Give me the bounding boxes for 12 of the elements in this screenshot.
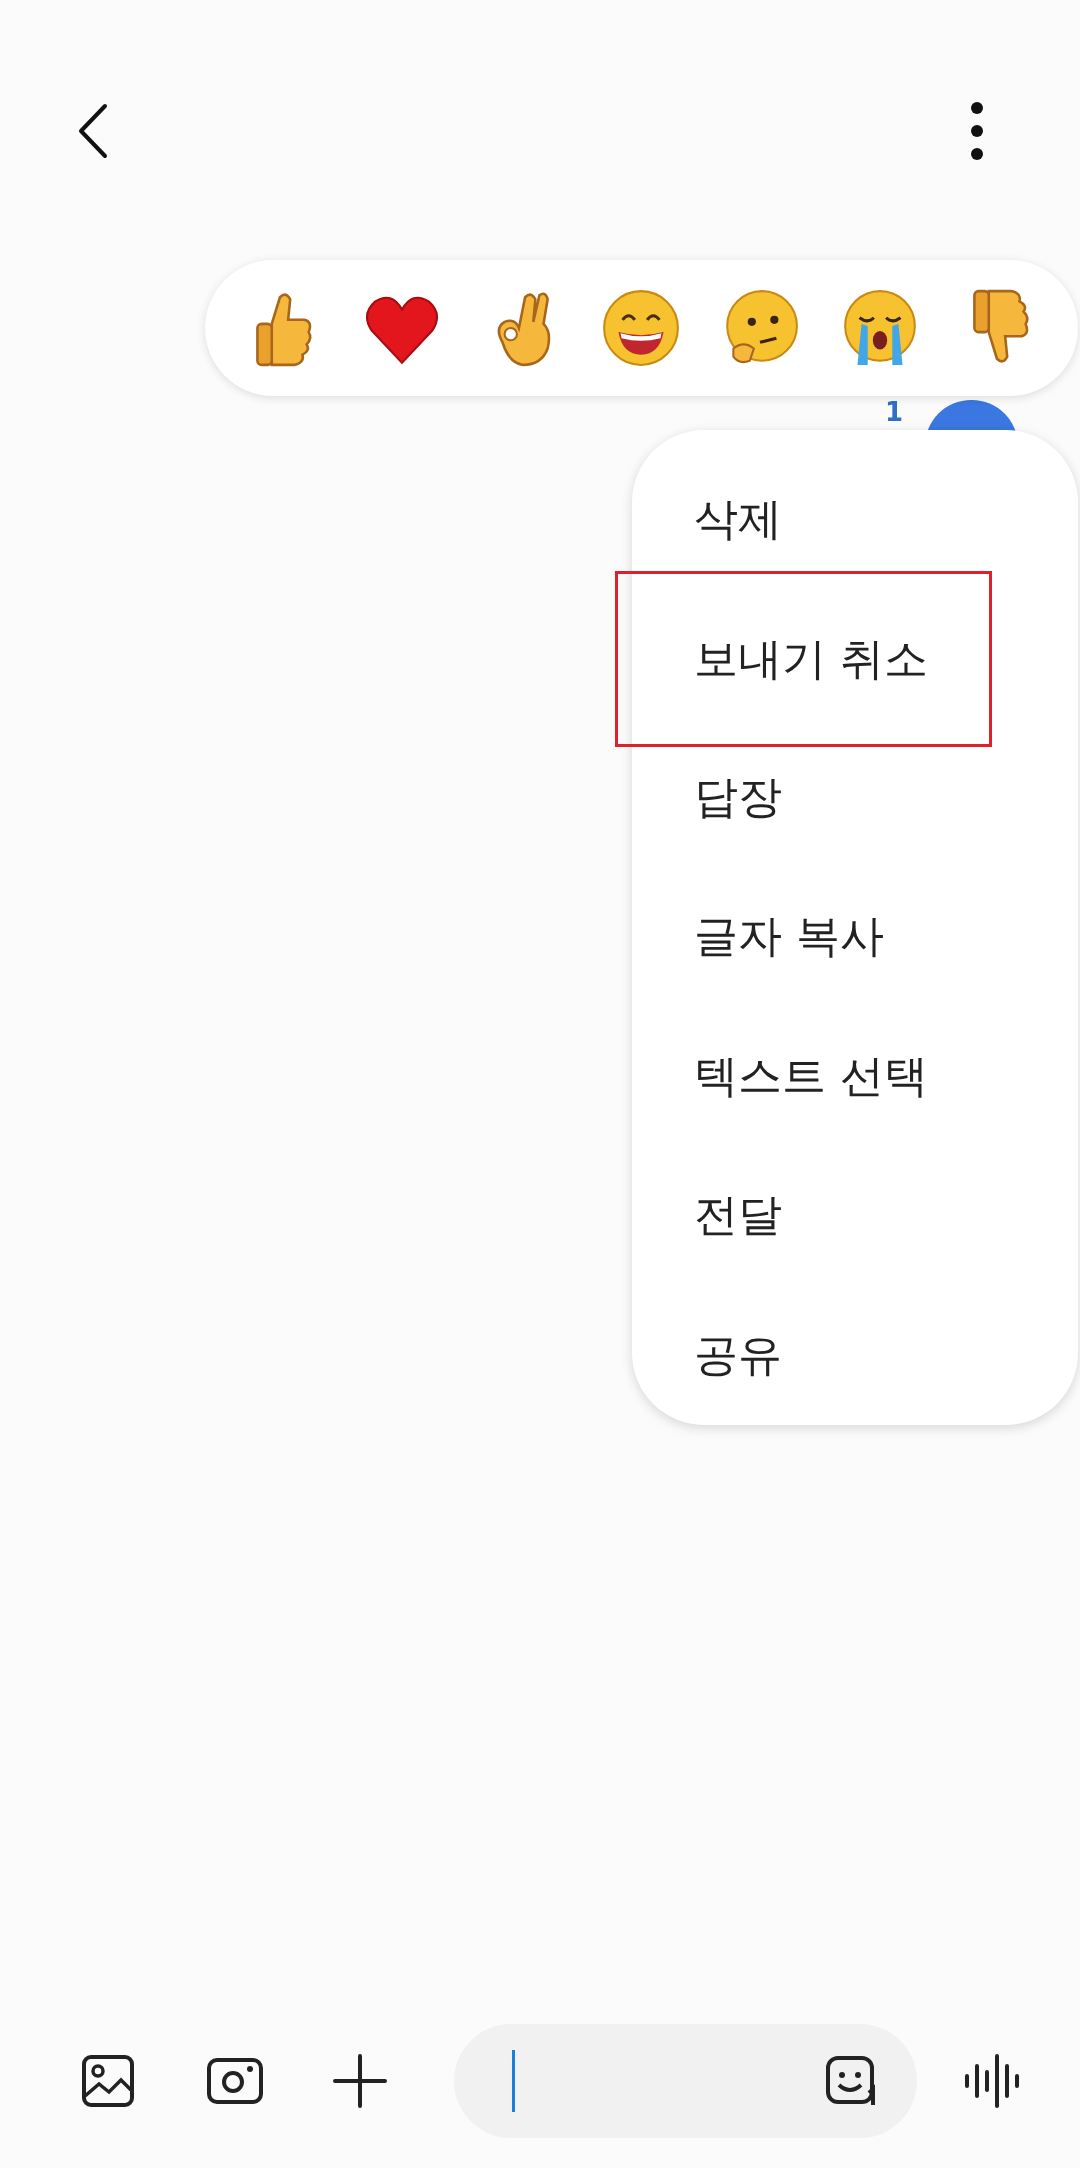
more-options-icon[interactable] [970,100,984,161]
text-cursor [512,2050,515,2112]
gallery-icon[interactable] [81,2054,135,2108]
add-icon[interactable] [333,2054,387,2108]
camera-icon[interactable] [206,2057,264,2105]
sticker-icon[interactable] [825,2055,877,2107]
menu-item[interactable]: 글자 복사 [632,867,1078,1007]
menu-item[interactable]: 전달 [632,1146,1078,1286]
back-icon[interactable] [78,102,108,159]
menu-item[interactable]: 공유 [632,1285,1078,1425]
menu-item[interactable]: 텍스트 선택 [632,1006,1078,1147]
read-count: 1 [885,398,904,426]
